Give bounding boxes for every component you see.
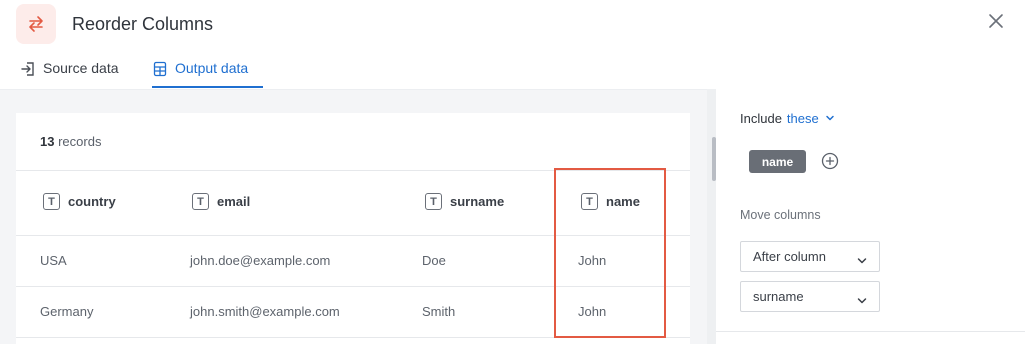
panel-resize-handle[interactable] bbox=[707, 89, 716, 344]
table-cell: john.doe@example.com bbox=[190, 253, 331, 268]
table-cell: USA bbox=[40, 253, 67, 268]
reference-column-select[interactable]: surname bbox=[740, 281, 880, 312]
column-header-country[interactable]: T country bbox=[43, 193, 116, 210]
table-icon bbox=[152, 61, 168, 80]
sign-in-icon bbox=[20, 61, 36, 80]
records-count: 13 records bbox=[40, 134, 102, 149]
column-header-surname[interactable]: T surname bbox=[425, 193, 504, 210]
text-type-icon: T bbox=[43, 193, 60, 210]
table-cell: Doe bbox=[422, 253, 446, 268]
dialog-title: Reorder Columns bbox=[72, 14, 214, 34]
swap-arrows-icon bbox=[16, 4, 56, 44]
tab-output-data[interactable]: Output data bbox=[152, 60, 263, 88]
tab-output-label: Output data bbox=[175, 60, 249, 76]
table-cell: Germany bbox=[40, 304, 94, 319]
column-header-email[interactable]: T email bbox=[192, 193, 250, 210]
divider bbox=[716, 331, 1025, 332]
include-selector[interactable]: Include these bbox=[740, 111, 835, 126]
text-type-icon: T bbox=[192, 193, 209, 210]
text-type-icon: T bbox=[425, 193, 442, 210]
chevron-down-icon[interactable] bbox=[825, 111, 835, 126]
include-mode-link[interactable]: these bbox=[787, 111, 819, 126]
add-column-icon[interactable] bbox=[821, 152, 839, 170]
move-columns-label: Move columns bbox=[740, 208, 821, 222]
chevron-down-icon bbox=[857, 293, 867, 308]
tab-source-data[interactable]: Source data bbox=[20, 60, 119, 88]
table-cell: john.smith@example.com bbox=[190, 304, 340, 319]
close-icon[interactable] bbox=[985, 10, 1007, 32]
table-cell: Smith bbox=[422, 304, 456, 319]
highlighted-column-frame bbox=[554, 168, 666, 338]
chevron-down-icon bbox=[857, 253, 867, 268]
column-chip-name[interactable]: name bbox=[749, 150, 806, 173]
position-select[interactable]: After column bbox=[740, 241, 880, 272]
tab-bar: Source data Output data bbox=[0, 52, 1025, 88]
dialog-header: Reorder Columns bbox=[0, 0, 1025, 50]
tab-source-label: Source data bbox=[43, 60, 119, 76]
